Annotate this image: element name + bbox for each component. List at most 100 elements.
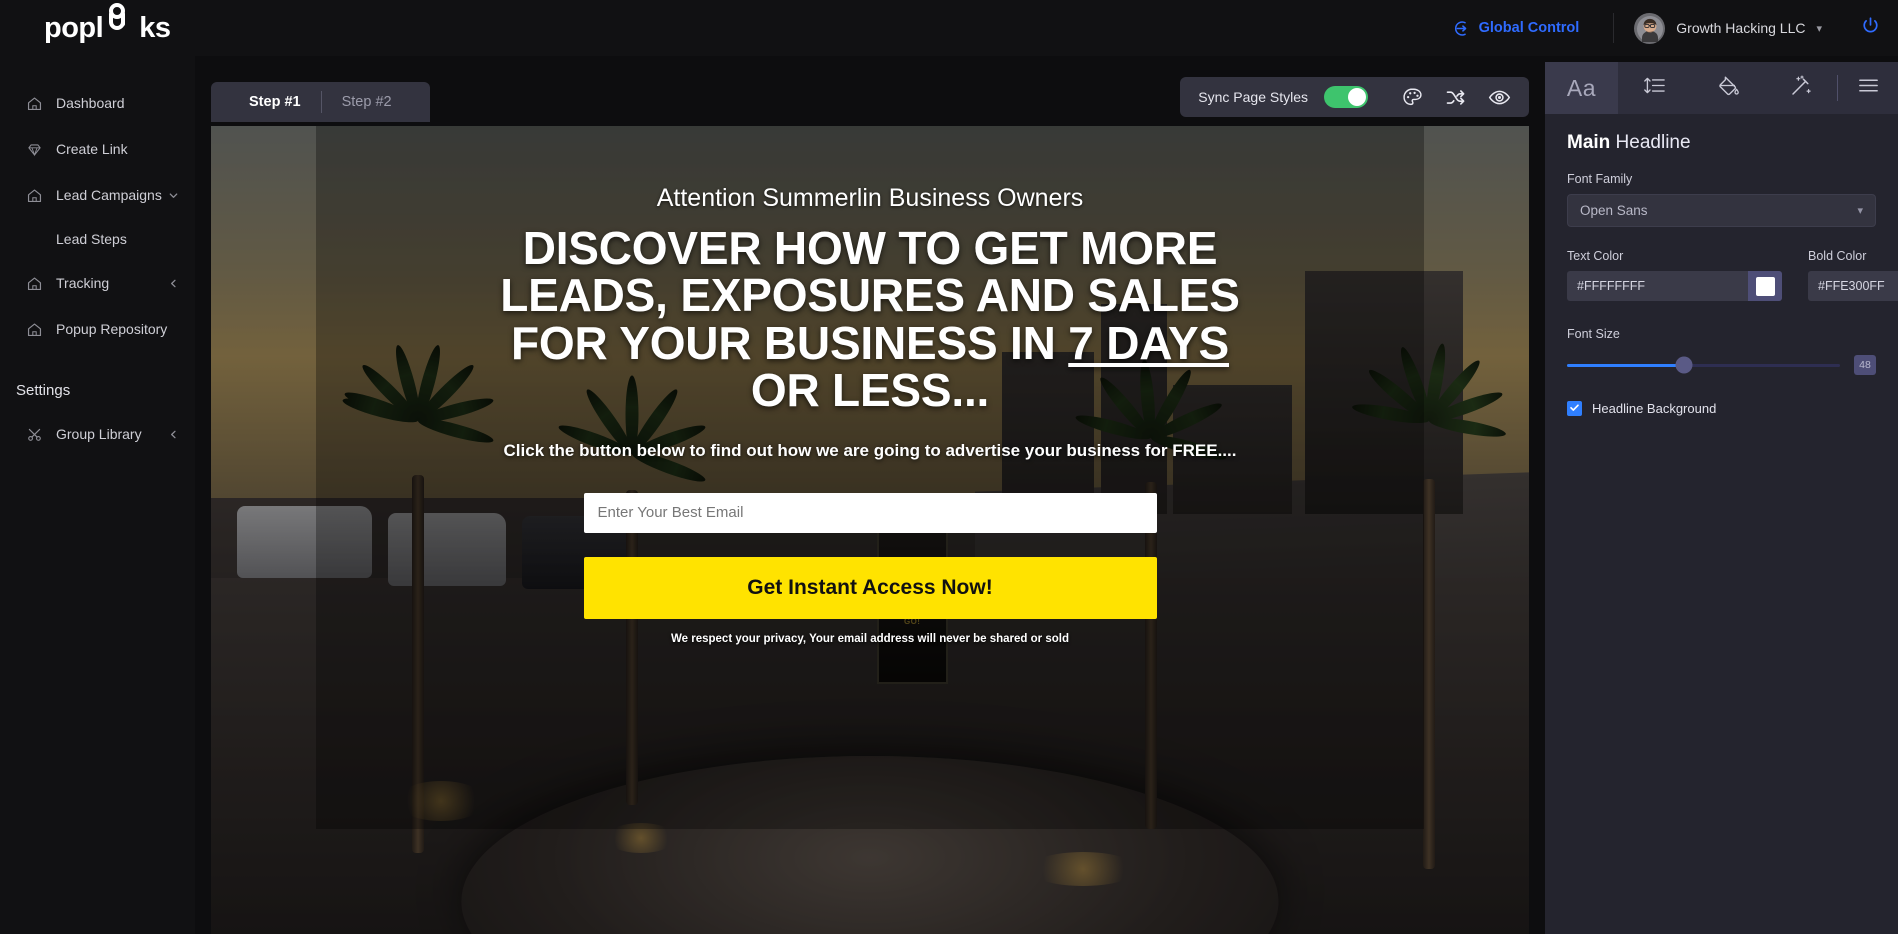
hero-eyebrow[interactable]: Attention Summerlin Business Owners (657, 184, 1084, 213)
chevron-down-icon: ▾ (1816, 22, 1822, 35)
line-height-icon (1643, 74, 1666, 102)
home-icon (26, 275, 56, 292)
global-control-button[interactable]: Global Control (1454, 20, 1580, 37)
home-icon (26, 95, 56, 112)
tab-effects[interactable] (1764, 62, 1837, 114)
chevron-down-icon (168, 190, 179, 201)
text-color-swatch-button[interactable] (1748, 271, 1782, 301)
chevron-left-icon (168, 429, 179, 440)
toggle-knob (1348, 88, 1366, 106)
eye-icon[interactable] (1488, 86, 1511, 109)
text-color-field (1567, 271, 1782, 301)
global-control-label: Global Control (1478, 20, 1580, 36)
bold-color-group: Bold Color (1808, 249, 1898, 301)
sync-page-styles-label: Sync Page Styles (1198, 89, 1308, 105)
font-size-label: Font Size (1567, 327, 1620, 341)
style-panel-tabs: Aa (1545, 62, 1898, 114)
tab-more-menu[interactable] (1838, 62, 1898, 114)
text-color-input[interactable] (1567, 271, 1748, 301)
toolbar-icon-group (1402, 86, 1511, 109)
bold-color-input[interactable] (1808, 271, 1898, 301)
home-icon (26, 321, 56, 338)
email-input[interactable] (583, 492, 1157, 533)
app-logo[interactable]: popl ks (0, 2, 195, 45)
sidebar-item-dashboard[interactable]: Dashboard (0, 80, 195, 126)
style-panel-body: Main Headline Font Family Open Sans ▾ Te… (1545, 114, 1898, 416)
link-icon (103, 2, 139, 37)
account-menu[interactable]: Growth Hacking LLC ▾ (1614, 12, 1842, 44)
slider-thumb[interactable] (1675, 356, 1693, 374)
page-preview-canvas[interactable]: GOGO! (211, 126, 1529, 934)
sidebar-item-group-library[interactable]: Group Library (0, 411, 195, 457)
bold-color-label: Bold Color (1808, 249, 1867, 263)
logout-button[interactable] (1842, 16, 1898, 40)
hamburger-menu-icon (1857, 74, 1880, 102)
font-size-value[interactable]: 48 (1854, 355, 1876, 375)
tab-typography[interactable]: Aa (1545, 62, 1618, 114)
tab-step-1[interactable]: Step #1 (229, 94, 321, 110)
font-size-group: Font Size 48 (1567, 327, 1876, 375)
logo-text-pre: popl (44, 11, 104, 44)
headline-background-row[interactable]: Headline Background (1567, 401, 1876, 416)
font-family-label: Font Family (1567, 172, 1633, 186)
panel-title-rest: Headline (1610, 132, 1691, 153)
check-icon (1569, 400, 1580, 418)
arrow-out-circle-icon (1454, 20, 1471, 37)
text-color-swatch (1755, 276, 1775, 296)
sync-page-styles-toggle[interactable] (1324, 86, 1368, 108)
canvas-wrapper: GOGO! (195, 126, 1545, 934)
slider-fill (1567, 363, 1685, 367)
paint-bucket-icon (1716, 74, 1740, 103)
font-size-slider-row: 48 (1567, 355, 1876, 375)
logo-text-post: ks (139, 11, 171, 44)
hero-subheadline[interactable]: Click the button below to find out how w… (504, 441, 1237, 461)
app-body: Dashboard Create Link Lead Campaigns Lea… (0, 56, 1898, 934)
cta-button[interactable]: Get Instant Access Now! (583, 556, 1157, 619)
hero-section: Attention Summerlin Business Owners DISC… (211, 126, 1529, 934)
sidebar-item-label: Group Library (56, 426, 142, 442)
sidebar-item-lead-campaigns[interactable]: Lead Campaigns (0, 172, 195, 218)
sidebar-item-label: Tracking (56, 275, 110, 291)
shuffle-icon[interactable] (1445, 87, 1466, 108)
typography-icon: Aa (1566, 74, 1597, 101)
account-name: Growth Hacking LLC (1676, 20, 1806, 36)
style-panel: Aa Main Headline Font Family Open Sans ▾… (1545, 56, 1898, 934)
panel-title: Main Headline (1567, 132, 1876, 154)
text-color-group: Text Color (1567, 249, 1782, 301)
chevron-left-icon (168, 278, 179, 289)
tools-icon (26, 426, 56, 443)
hero-headline[interactable]: DISCOVER HOW TO GET MORE LEADS, EXPOSURE… (475, 224, 1265, 415)
sidebar-item-label: Lead Steps (56, 231, 127, 247)
sidebar-item-popup-repository[interactable]: Popup Repository (0, 306, 195, 352)
sync-styles-group: Sync Page Styles (1180, 77, 1529, 117)
font-size-slider[interactable] (1567, 356, 1840, 374)
top-bar: popl ks Global Control Growth Hacking LL… (0, 0, 1898, 56)
sidebar-item-label: Lead Campaigns (56, 187, 162, 203)
tab-step-2[interactable]: Step #2 (322, 94, 412, 110)
magic-wand-icon (1789, 74, 1813, 103)
sidebar-item-label: Dashboard (56, 95, 125, 111)
tab-line-height[interactable] (1618, 62, 1691, 114)
diamond-icon (26, 141, 56, 158)
text-color-label: Text Color (1567, 249, 1624, 263)
sidebar: Dashboard Create Link Lead Campaigns Lea… (0, 56, 195, 934)
logo-text: popl ks (44, 2, 171, 45)
headline-background-checkbox[interactable] (1567, 401, 1582, 416)
sidebar-item-label: Popup Repository (56, 321, 168, 337)
sidebar-item-tracking[interactable]: Tracking (0, 260, 195, 306)
home-icon (26, 187, 56, 204)
editor-area: Step #1 Step #2 Sync Page Styles GO! Att… (195, 56, 1545, 934)
app-root: popl ks Global Control Growth Hacking LL… (0, 0, 1898, 934)
sidebar-settings-heading: Settings (16, 382, 71, 399)
font-family-select[interactable]: Open Sans ▾ (1567, 194, 1876, 227)
tab-fill-color[interactable] (1691, 62, 1764, 114)
privacy-note: We respect your privacy, Your email addr… (671, 632, 1069, 645)
sidebar-item-label: Create Link (56, 141, 128, 157)
sidebar-item-lead-steps[interactable]: Lead Steps (0, 218, 195, 260)
sidebar-item-create-link[interactable]: Create Link (0, 126, 195, 172)
editor-toolbar: Step #1 Step #2 Sync Page Styles (195, 56, 1545, 126)
panel-title-bold: Main (1567, 132, 1611, 153)
headline-background-label: Headline Background (1592, 401, 1717, 416)
palette-icon[interactable] (1402, 87, 1423, 108)
color-fields-row: Text Color Bold Color (1567, 249, 1898, 301)
